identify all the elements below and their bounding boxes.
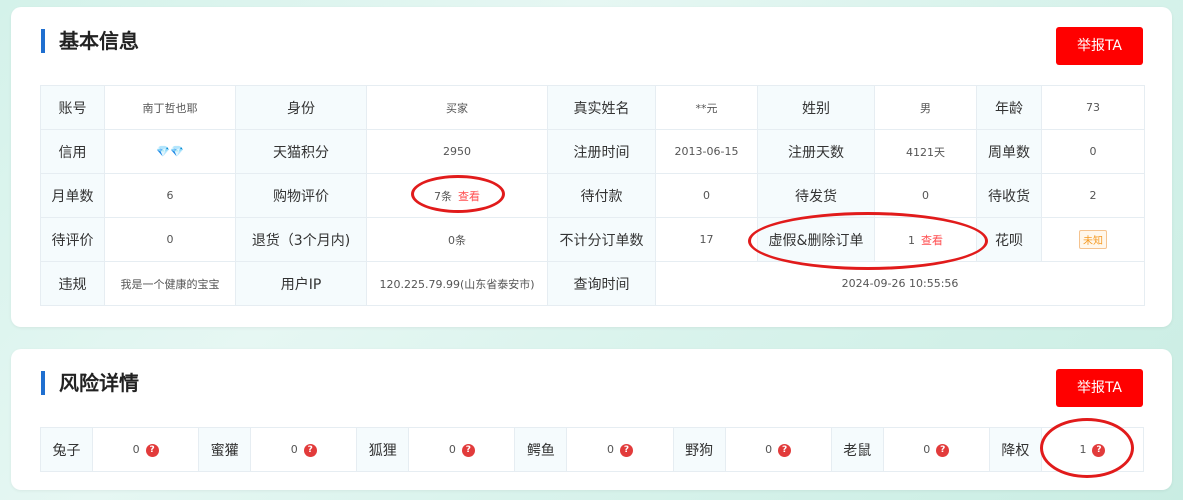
table-row: 违规 我是一个健康的宝宝 用户IP 120.225.79.99(山东省泰安市) 查询时间…	[40, 261, 1145, 306]
field-label: 违规	[40, 261, 105, 306]
field-value: 1 查看	[874, 217, 977, 262]
risk-value: 1?	[1040, 427, 1145, 472]
field-value: 120.225.79.99(山东省泰安市)	[366, 261, 548, 306]
risk-count: 0	[132, 442, 140, 456]
field-label: 待评价	[40, 217, 105, 262]
field-label: 账号	[40, 85, 105, 130]
field-label: 购物评价	[235, 173, 367, 218]
field-value: 男	[874, 85, 977, 130]
field-value: 2024-09-26 10:55:56	[655, 261, 1145, 306]
field-value: 4121天	[874, 129, 977, 174]
field-value: 6	[104, 173, 236, 218]
risk-value: 0?	[882, 427, 990, 472]
risk-count: 0	[923, 442, 931, 456]
field-label: 虚假&删除订单	[757, 217, 875, 262]
help-icon[interactable]: ?	[1092, 443, 1106, 457]
field-value: 17	[655, 217, 758, 262]
field-label: 花呗	[976, 217, 1042, 262]
field-label: 身份	[235, 85, 367, 130]
risk-value: 0?	[724, 427, 832, 472]
field-label: 用户IP	[235, 261, 367, 306]
field-value: 0条	[366, 217, 548, 262]
table-row: 待评价 0 退货（3个月内) 0条 不计分订单数 17 虚假&删除订单 1 查看 花呗 未知	[40, 217, 1145, 262]
field-value: 0	[1041, 129, 1145, 174]
basic-info-title: 基本信息	[41, 29, 139, 53]
view-link[interactable]: 查看	[921, 234, 943, 247]
field-label: 不计分订单数	[547, 217, 656, 262]
risk-count: 0	[290, 442, 298, 456]
field-value: 未知	[1041, 217, 1145, 262]
basic-info-card: 基本信息 举报TA 账号 南丁哲也耶 身份 买家 真实姓名 **元 姓别男年龄 73 信用 💎💎 天…	[11, 7, 1172, 327]
risk-label: 兔子	[39, 427, 94, 472]
risk-label: 降权	[988, 427, 1042, 472]
risk-value: 0?	[566, 427, 674, 472]
field-label: 待收货	[976, 173, 1042, 218]
field-value: 我是一个健康的宝宝	[104, 261, 236, 306]
count-text: 7条	[434, 189, 452, 203]
credit-value: 💎💎	[104, 129, 236, 174]
risk-value: 0?	[92, 427, 200, 472]
field-label: 天猫积分	[235, 129, 367, 174]
field-value: 0	[874, 173, 977, 218]
view-link[interactable]: 查看	[458, 190, 480, 203]
field-label: 月单数	[40, 173, 105, 218]
risk-label: 老鼠	[830, 427, 884, 472]
diamond-icon: 💎💎	[156, 145, 184, 158]
risk-count: 0	[448, 442, 456, 456]
field-label: 周单数	[976, 129, 1042, 174]
risk-label: 野狗	[672, 427, 726, 472]
risk-details-table: 兔子 0? 蜜獾 0? 狐狸 0? 鳄鱼 0? 野狗 0? 老鼠 0? 降权 1?	[39, 427, 1145, 472]
risk-count: 1	[1079, 442, 1087, 456]
field-value: 2950	[366, 129, 548, 174]
field-label: 姓别	[757, 85, 875, 130]
field-label: 注册天数	[757, 129, 875, 174]
field-value: **元	[655, 85, 758, 130]
risk-count: 0	[765, 442, 773, 456]
field-label: 真实姓名	[547, 85, 656, 130]
risk-label: 鳄鱼	[514, 427, 568, 472]
field-value: 0	[655, 173, 758, 218]
help-icon[interactable]: ?	[936, 443, 950, 457]
report-button[interactable]: 举报TA	[1056, 27, 1143, 65]
risk-value: 0?	[250, 427, 358, 472]
risk-label: 狐狸	[356, 427, 410, 472]
field-value: 73	[1041, 85, 1145, 130]
field-label: 待发货	[757, 173, 875, 218]
field-value: 2013-06-15	[655, 129, 758, 174]
basic-info-table: 账号 南丁哲也耶 身份 买家 真实姓名 **元 姓别男年龄 73 信用 💎💎 天猫积分 2950 注册时…	[40, 85, 1145, 306]
table-row: 兔子 0? 蜜獾 0? 狐狸 0? 鳄鱼 0? 野狗 0? 老鼠 0? 降权 1?	[39, 427, 1145, 472]
field-value: 0	[104, 217, 236, 262]
field-value: 南丁哲也耶	[104, 85, 236, 130]
table-row: 信用 💎💎 天猫积分 2950 注册时间 2013-06-15 注册天数 4121天 周单数 0	[40, 129, 1145, 174]
report-button[interactable]: 举报TA	[1056, 369, 1143, 407]
field-value: 7条 查看	[366, 173, 548, 218]
field-value: 买家	[366, 85, 548, 130]
field-label: 退货（3个月内)	[235, 217, 367, 262]
help-icon[interactable]: ?	[461, 443, 475, 457]
table-row: 账号 南丁哲也耶 身份 买家 真实姓名 **元 姓别男年龄 73	[40, 85, 1145, 130]
table-row: 月单数 6 购物评价 7条 查看 待付款 0 待发货 0 待收货 2	[40, 173, 1145, 218]
risk-label: 蜜獾	[198, 427, 252, 472]
risk-details-card: 风险详情 举报TA 兔子 0? 蜜獾 0? 狐狸 0? 鳄鱼 0? 野狗 0? 老鼠 0? 降权 1?	[11, 349, 1172, 490]
field-label: 注册时间	[547, 129, 656, 174]
field-value: 2	[1041, 173, 1145, 218]
field-label: 待付款	[547, 173, 656, 218]
risk-count: 0	[607, 442, 615, 456]
risk-value: 0?	[408, 427, 516, 472]
help-icon[interactable]: ?	[145, 443, 159, 457]
field-label: 查询时间	[547, 261, 656, 306]
field-label: 年龄	[976, 85, 1042, 130]
count-text: 1	[908, 233, 915, 247]
help-icon[interactable]: ?	[778, 443, 792, 457]
help-icon[interactable]: ?	[303, 443, 317, 457]
help-icon[interactable]: ?	[620, 443, 634, 457]
status-badge: 未知	[1079, 230, 1107, 249]
risk-details-title: 风险详情	[41, 371, 139, 395]
field-label: 信用	[40, 129, 105, 174]
